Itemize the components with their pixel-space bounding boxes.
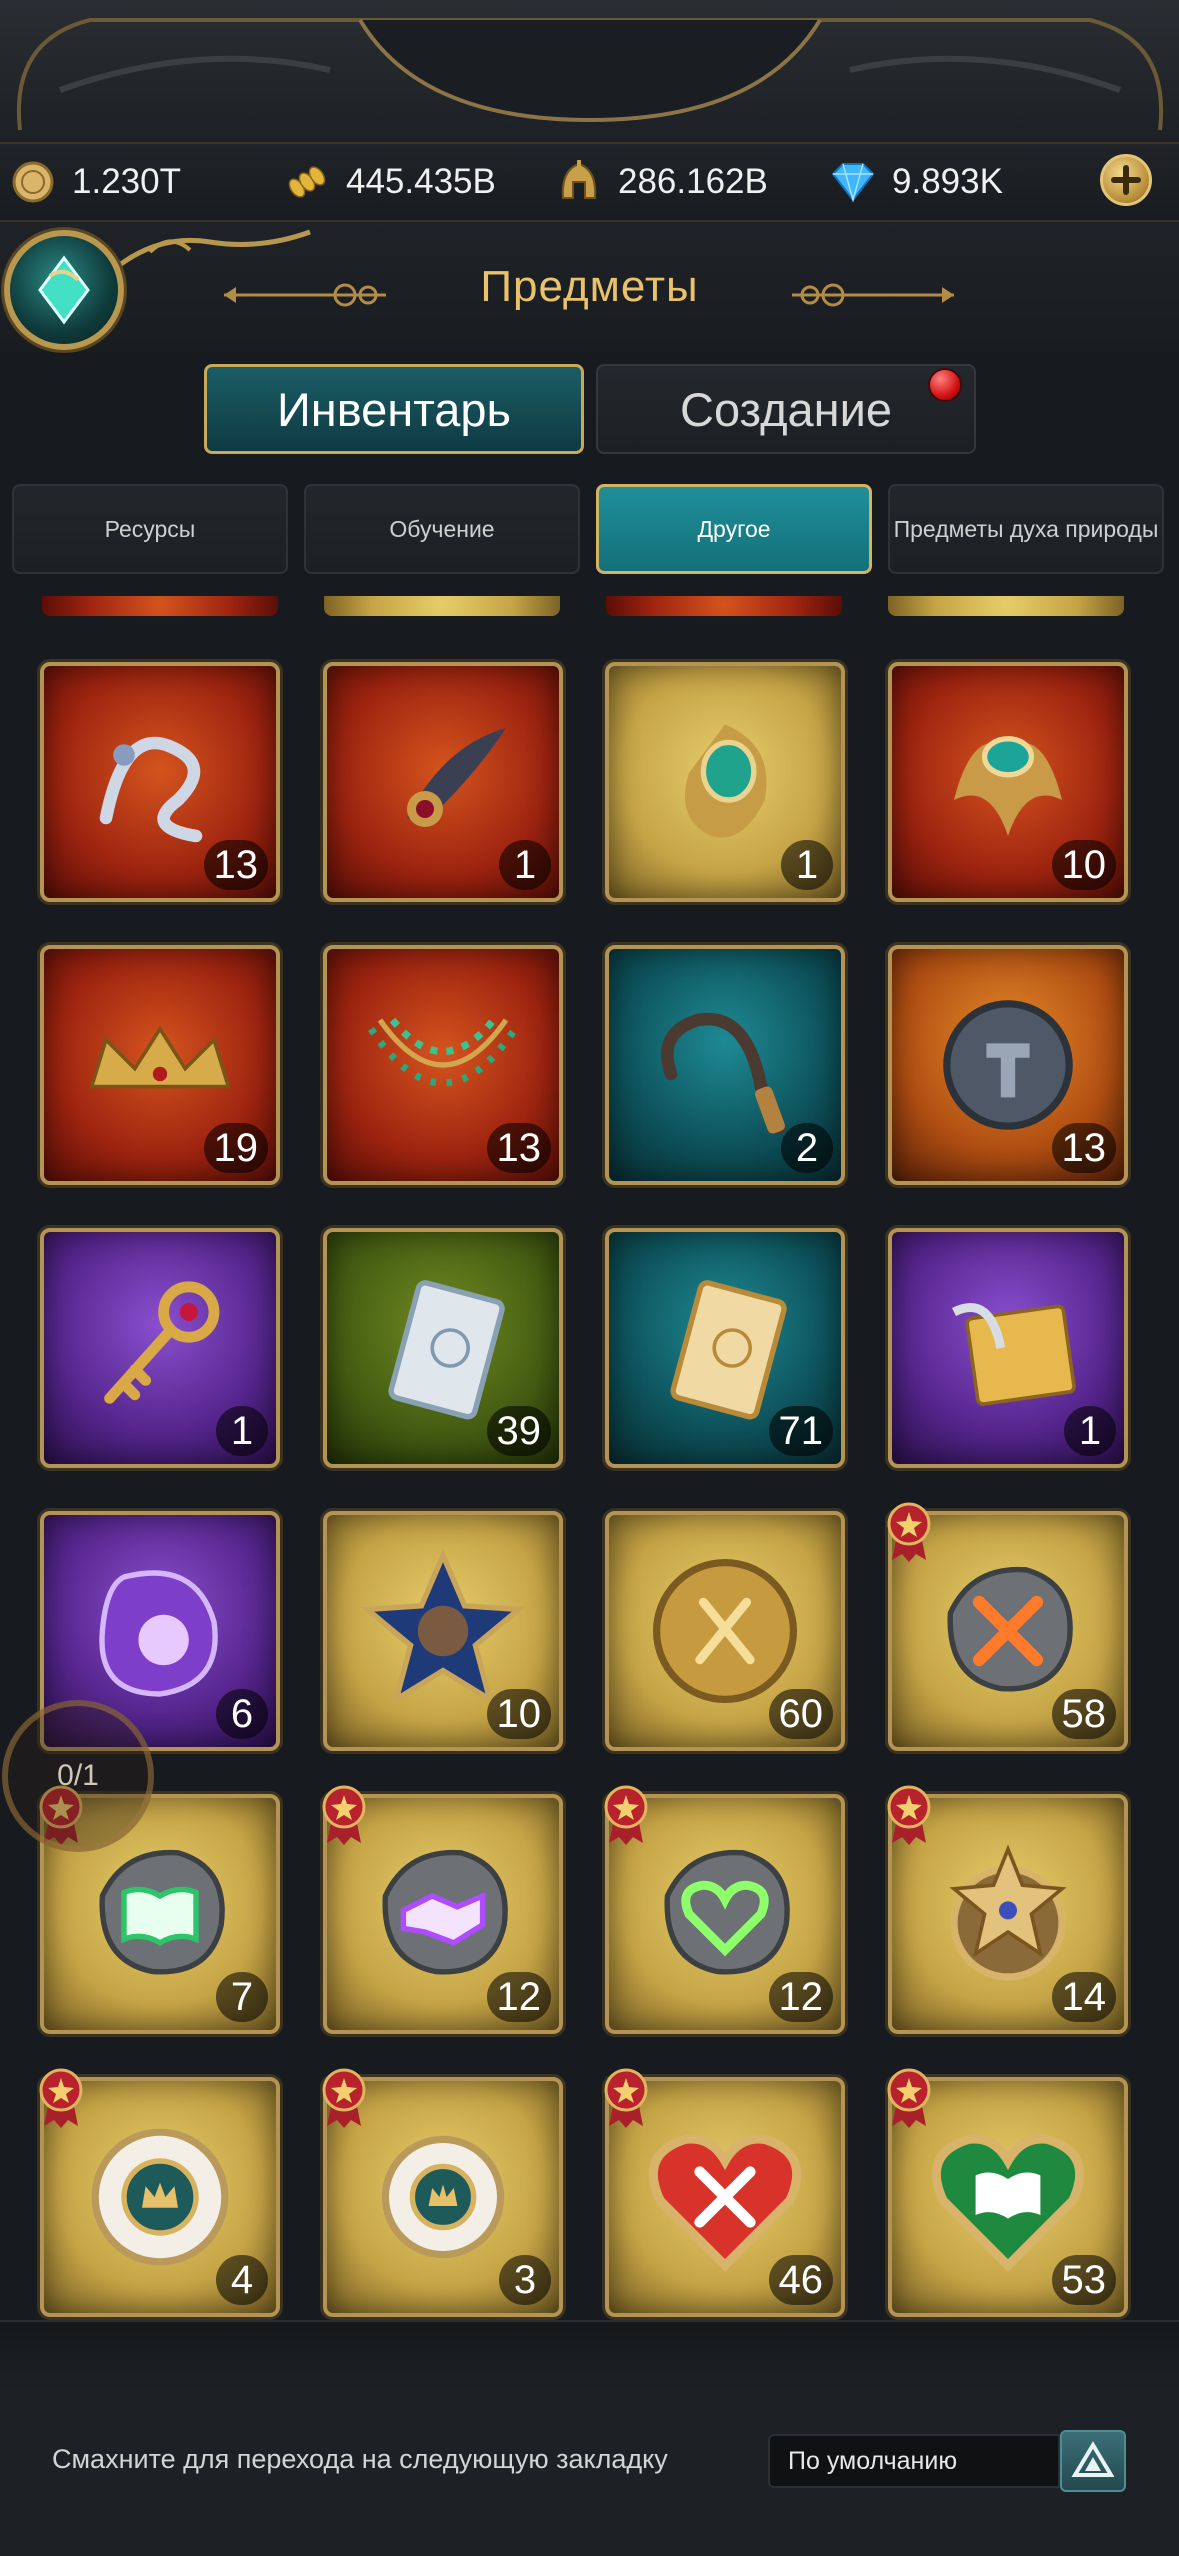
ribbon-badge-icon [887,1785,931,1845]
whip-icon [661,1012,786,1135]
item-count: 58 [1051,1689,1116,1739]
item-count: 7 [216,1972,268,2022]
item-count: 12 [486,1972,551,2022]
item-slot[interactable]: 13 [40,662,280,902]
sort-dropdown[interactable]: По умолчанию [768,2434,1060,2488]
coins-value: 1.230T [72,162,181,201]
item-count: 13 [486,1123,551,1173]
grain-value: 445.435B [346,162,496,201]
grain-icon [282,157,332,207]
diamonds-value: 9.893K [892,162,1003,201]
tab-crafting[interactable]: Создание [596,364,976,454]
item-count: 60 [768,1689,833,1739]
item-slot[interactable]: 1 [40,1228,280,1468]
item-count: 46 [768,2255,833,2305]
resource-grain: 445.435B [282,154,496,210]
emerald-brooch-icon [684,724,767,838]
item-peek [606,596,842,616]
subtab-training[interactable]: Обучение [304,484,580,574]
ribbon-badge-icon [322,1785,366,1845]
ribbon-badge-icon [887,2068,931,2128]
item-slot[interactable]: 13 [323,945,563,1185]
ribbon-badge-icon [604,2068,648,2128]
item-count: 19 [203,1123,268,1173]
item-slot[interactable]: 60 [605,1511,845,1751]
progress-text: 0/1 [57,1759,99,1792]
item-count: 2 [781,1123,833,1173]
item-count: 3 [499,2255,551,2305]
item-count: 53 [1051,2255,1116,2305]
item-slot[interactable]: 39 [323,1228,563,1468]
subtab-nature-spirit[interactable]: Предметы духа природы [888,484,1164,574]
ribbon-badge-icon [39,2068,83,2128]
task-progress-button[interactable]: 0/1 [2,1700,154,1852]
item-slot[interactable]: 71 [605,1228,845,1468]
tab-inventory[interactable]: Инвентарь [204,364,584,454]
item-count: 4 [216,2255,268,2305]
item-slot[interactable]: 1 [605,662,845,902]
item-slot[interactable]: 19 [40,945,280,1185]
crown-medal-small-icon [381,2135,505,2259]
resource-coins: 1.230T [8,154,181,210]
item-slot[interactable]: 1 [323,662,563,902]
item-count: 6 [216,1689,268,1739]
item-slot[interactable]: 10 [888,662,1128,902]
item-count: 13 [203,840,268,890]
ribbon-badge-icon [604,1785,648,1845]
resource-diamonds: 9.893K [828,154,1003,210]
swipe-hint: Смахните для перехода на следующую закла… [52,2444,668,2474]
subtab-other[interactable]: Другое [596,484,872,574]
coin-icon [8,157,58,207]
ribbon-badge-icon [322,2068,366,2128]
item-count: 14 [1051,1972,1116,2022]
item-count: 71 [768,1406,833,1456]
item-peek [888,596,1124,616]
notification-dot [928,368,962,402]
item-count: 12 [768,1972,833,2022]
plus-icon [1111,165,1141,195]
ribbon-badge-icon [887,1502,931,1562]
helmet-value: 286.162B [618,162,768,201]
sort-order-button[interactable] [1060,2430,1126,2492]
sort-value: По умолчанию [788,2446,958,2475]
item-peek [42,596,278,616]
item-count: 39 [486,1406,551,1456]
diamond-icon [828,157,878,207]
item-slot[interactable]: 1 [888,1228,1128,1468]
helmet-icon [554,157,604,207]
add-resources-button[interactable] [1100,154,1152,206]
item-count: 1 [216,1406,268,1456]
item-count: 10 [1051,840,1116,890]
scroll-quill-icon [951,1303,1076,1406]
item-count: 1 [781,840,833,890]
top-ornament-frame [0,0,1179,150]
page-title: Предметы [480,262,699,311]
item-count: 1 [499,840,551,890]
item-slot[interactable]: 10 [323,1511,563,1751]
item-slot[interactable]: 2 [605,945,845,1185]
subtab-resources[interactable]: Ресурсы [12,484,288,574]
feather-brooch-icon [407,728,506,827]
resource-helmet: 286.162B [554,154,768,210]
item-count: 10 [486,1689,551,1739]
item-peek [324,596,560,616]
crown-medal-icon [91,2128,229,2266]
item-slot[interactable]: 13 [888,945,1128,1185]
purple-gem-icon [99,1570,218,1697]
triangle-sort-icon [1071,2441,1115,2477]
golden-key-icon [104,1281,220,1404]
item-count: 13 [1051,1123,1116,1173]
book-rune-icon [99,1849,225,1975]
title-ornament-right-icon [792,283,954,307]
item-count: 1 [1064,1406,1116,1456]
